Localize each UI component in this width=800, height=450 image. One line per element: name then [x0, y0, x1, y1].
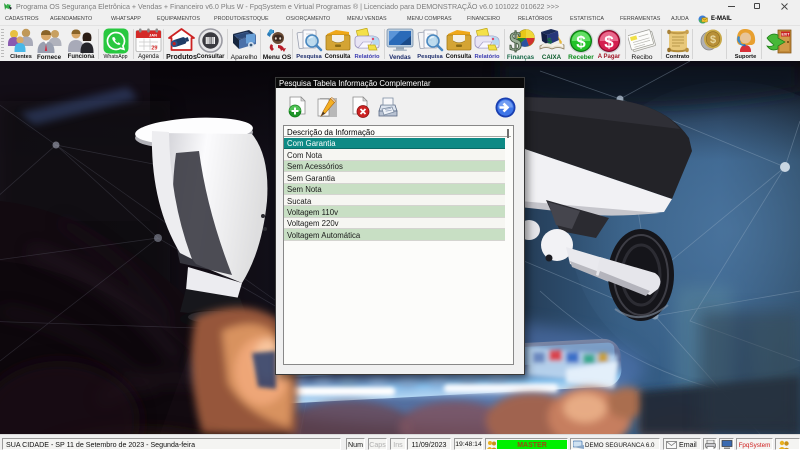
- svg-text:29: 29: [151, 46, 157, 52]
- svg-text:EXIT: EXIT: [782, 33, 791, 37]
- svg-text:$: $: [509, 28, 522, 53]
- svg-text:$: $: [604, 33, 614, 52]
- svg-text:$: $: [709, 34, 715, 46]
- svg-text:$: $: [576, 33, 586, 52]
- svg-text:JAN: JAN: [149, 33, 157, 38]
